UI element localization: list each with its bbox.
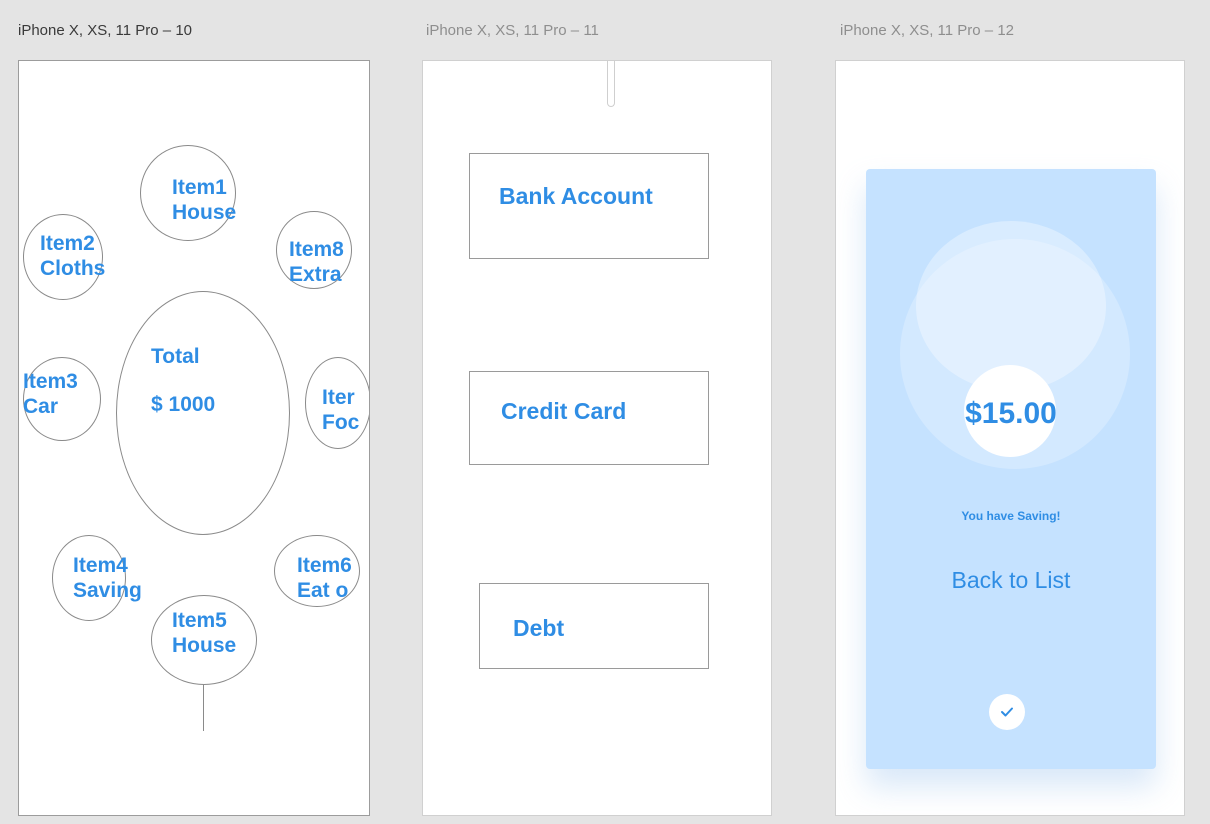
item4-label: Item4 Saving [73, 554, 142, 602]
savings-amount: $15.00 [965, 397, 1057, 430]
artboard-budget-bubbles: Item1 House Item2 Cloths Item8 Extra Total … [18, 60, 370, 816]
back-to-list-link[interactable]: Back to List [866, 567, 1156, 594]
item1-label: Item1 House [172, 176, 237, 224]
drag-handle[interactable] [607, 61, 615, 107]
bank-account-label: Bank Account [499, 183, 653, 209]
artboard-title-12[interactable]: iPhone X, XS, 11 Pro – 12 [840, 22, 1014, 39]
savings-card: $15.00 You have Saving! Back to List [866, 169, 1156, 769]
item6-label: Item6 Eat o [297, 554, 352, 602]
check-icon [1001, 707, 1013, 717]
item3-label: Item3 Car [23, 370, 78, 418]
total-value: $ 1000 [151, 393, 216, 416]
artboard-title-11[interactable]: iPhone X, XS, 11 Pro – 11 [426, 22, 599, 39]
savings-message: You have Saving! [961, 509, 1061, 523]
item2-label: Item2 Cloths [40, 232, 106, 280]
artboard-savings-confirmation: $15.00 You have Saving! Back to List [835, 60, 1185, 816]
artboard-title-10[interactable]: iPhone X, XS, 11 Pro – 10 [18, 22, 192, 39]
item8-label: Item8 Extra [289, 238, 344, 286]
confirm-button[interactable] [989, 694, 1025, 730]
artboard-account-menu: Bank Account Credit Card Debt [422, 60, 772, 816]
debt-label: Debt [513, 615, 565, 641]
connector-line [203, 685, 204, 731]
item5-label: Item5 House [172, 609, 237, 657]
credit-card-label: Credit Card [501, 398, 627, 424]
item7-label: Iter Foc [322, 386, 360, 434]
total-label: Total [151, 345, 200, 368]
